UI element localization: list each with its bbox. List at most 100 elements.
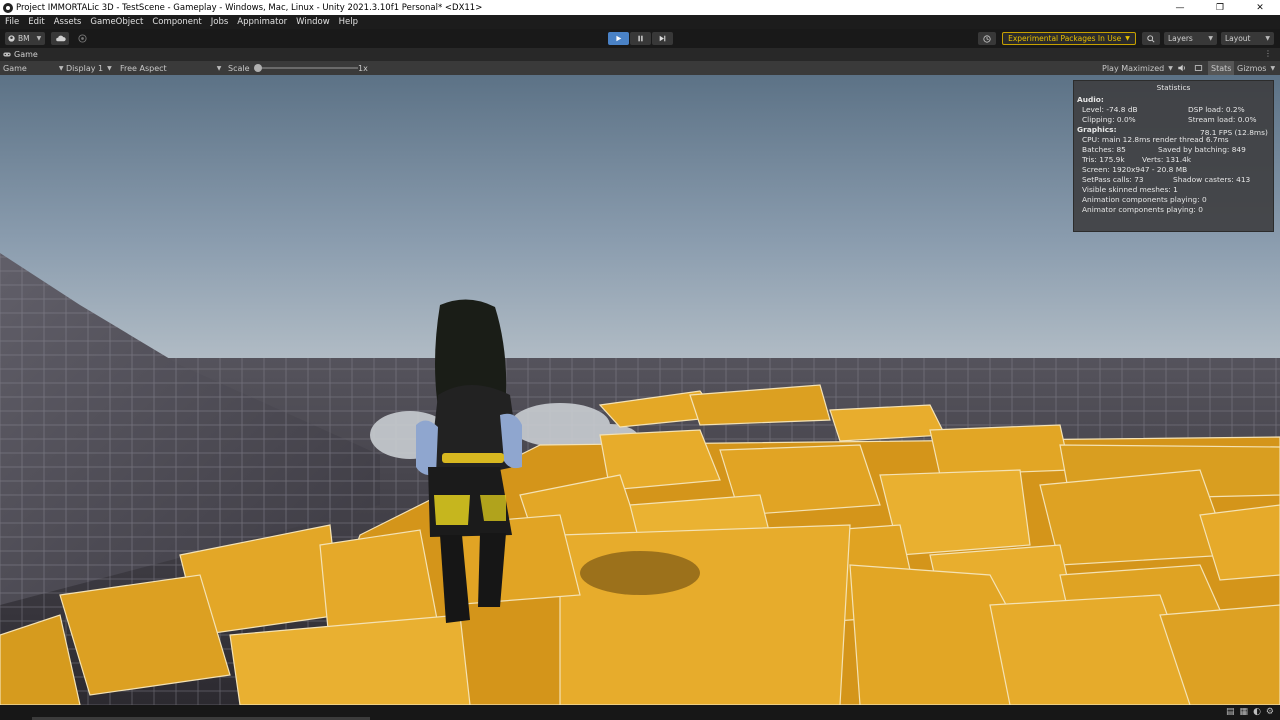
experimental-label: Experimental Packages In Use (1008, 34, 1122, 43)
stats-row-setpass: SetPass calls: 73 Shadow casters: 413 (1074, 175, 1273, 185)
scale-slider-track[interactable] (258, 67, 358, 69)
chevron-down-icon: ▼ (36, 35, 42, 42)
shadow-casters: Shadow casters: 413 (1173, 175, 1251, 184)
collab-button[interactable] (74, 32, 90, 45)
menu-file[interactable]: File (0, 17, 23, 27)
play-button[interactable] (608, 32, 629, 45)
unity-logo-icon (3, 2, 13, 13)
display-label: Display 1 (66, 63, 104, 73)
stats-toggle[interactable]: Stats (1208, 61, 1235, 75)
chevron-down-icon: ▼ (1270, 64, 1276, 72)
chevron-down-icon: ▼ (216, 64, 222, 72)
speaker-icon (1178, 64, 1185, 72)
main-toolbar: BM ▼ Experimental Packages In Use ▼ Laye… (0, 29, 1280, 48)
stats-row-cpu: CPU: main 12.8ms render thread 6.7ms (1074, 135, 1273, 145)
menu-assets[interactable]: Assets (49, 17, 86, 27)
account-dropdown[interactable]: BM ▼ (5, 32, 45, 45)
menu-component[interactable]: Component (147, 17, 205, 27)
vsync-button[interactable] (1194, 61, 1203, 75)
character-shadow (580, 551, 700, 595)
monitor-icon (1194, 65, 1203, 71)
chevron-down-icon: ▼ (58, 64, 64, 72)
audio-clipping: Clipping: 0.0% (1082, 115, 1136, 124)
account-label: BM (18, 34, 30, 43)
saved-by-batching: Saved by batching: 849 (1158, 145, 1246, 154)
play-mode-label: Play Maximized (1102, 63, 1165, 73)
debug-icon[interactable]: ◐ (1253, 707, 1261, 717)
menu-window[interactable]: Window (291, 17, 334, 27)
stats-row-screen: Screen: 1920x947 - 20.8 MB (1074, 165, 1273, 175)
step-icon (659, 35, 666, 42)
chevron-down-icon: ▼ (1265, 35, 1270, 42)
menu-appnimator[interactable]: Appnimator (232, 17, 291, 27)
verts: Verts: 131.4k (1142, 155, 1192, 164)
menu-jobs[interactable]: Jobs (206, 17, 233, 27)
aspect-label: Free Aspect (120, 63, 167, 73)
account-icon (8, 35, 15, 42)
minimize-button[interactable]: — (1160, 0, 1200, 15)
stats-row-animator: Animator components playing: 0 (1074, 205, 1273, 215)
menu-edit[interactable]: Edit (23, 17, 48, 27)
stats-row-skinned: Visible skinned meshes: 1 (1074, 185, 1273, 195)
dsp-load: DSP load: 0.2% (1188, 105, 1245, 114)
aspect-dropdown[interactable]: Free Aspect ▼ (120, 61, 221, 75)
chevron-down-icon: ▼ (1125, 35, 1130, 42)
pause-button[interactable] (630, 32, 651, 45)
undo-history-button[interactable] (978, 32, 996, 45)
chevron-down-icon: ▼ (1168, 64, 1173, 72)
close-button[interactable]: ✕ (1240, 0, 1280, 15)
stats-row-animation: Animation components playing: 0 (1074, 195, 1273, 205)
mute-audio-button[interactable] (1177, 61, 1186, 75)
layout-dropdown[interactable]: Layout ▼ (1221, 32, 1274, 45)
settings-icon[interactable]: ⚙ (1266, 707, 1274, 717)
play-icon (616, 35, 622, 42)
layers-label: Layers (1168, 34, 1193, 43)
statistics-title: Statistics (1156, 83, 1191, 92)
stats-row-batches: Batches: 85 Saved by batching: 849 (1074, 145, 1273, 155)
audio-level: Level: -74.8 dB (1082, 105, 1138, 114)
chevron-down-icon: ▼ (1208, 35, 1213, 42)
cloud-icon (55, 35, 66, 42)
collab-icon (77, 34, 87, 43)
stats-row-graphics: Graphics: 78.1 FPS (12.8ms) (1074, 125, 1273, 137)
play-mode-dropdown[interactable]: Play Maximized ▼ (1102, 61, 1173, 75)
package-icon[interactable]: ▤ (1226, 707, 1235, 717)
stats-row-level: Level: -74.8 dB DSP load: 0.2% (1074, 105, 1273, 115)
search-button[interactable] (1142, 32, 1160, 45)
game-controller-icon (3, 52, 11, 57)
animator-components: Animator components playing: 0 (1082, 205, 1203, 214)
layers-dropdown[interactable]: Layers ▼ (1164, 32, 1217, 45)
pause-icon (638, 35, 643, 42)
stats-row-tris: Tris: 175.9k Verts: 131.4k (1074, 155, 1273, 165)
tris: Tris: 175.9k (1082, 155, 1125, 164)
gizmos-dropdown[interactable]: Gizmos ▼ (1237, 61, 1275, 75)
view-mode-label: Game (3, 63, 27, 73)
display-dropdown[interactable]: Display 1 ▼ (66, 61, 112, 75)
game-view-toolbar: Game ▼ Display 1 ▼ Free Aspect ▼ Scale 1… (0, 61, 1280, 75)
cloud-button[interactable] (51, 32, 69, 45)
console-icon[interactable]: ▦ (1240, 707, 1249, 717)
screen-info: Screen: 1920x947 - 20.8 MB (1082, 165, 1188, 174)
menu-gameobject[interactable]: GameObject (85, 17, 147, 27)
game-viewport[interactable]: Statistics Audio: Level: -74.8 dB DSP lo… (0, 75, 1280, 705)
step-button[interactable] (652, 32, 673, 45)
tab-game[interactable]: Game (3, 48, 38, 61)
maximize-button[interactable]: ❐ (1200, 0, 1240, 15)
layout-label: Layout (1225, 34, 1251, 43)
playmode-controls (608, 32, 673, 45)
window-tab-bar: Game ⋮ (0, 48, 1280, 61)
history-icon (983, 34, 991, 43)
tab-game-label: Game (14, 50, 38, 59)
menu-help[interactable]: Help (334, 17, 362, 27)
search-icon (1147, 34, 1155, 43)
scale-slider-handle[interactable] (254, 64, 262, 72)
more-options-icon[interactable]: ⋮ (1264, 49, 1272, 58)
cpu-time: CPU: main 12.8ms render thread 6.7ms (1082, 135, 1229, 144)
view-mode-dropdown[interactable]: Game ▼ (3, 61, 63, 75)
experimental-packages-dropdown[interactable]: Experimental Packages In Use ▼ (1002, 32, 1136, 45)
scale-label: Scale (228, 63, 250, 73)
menu-bar: File Edit Assets GameObject Component Jo… (0, 15, 1280, 29)
stream-load: Stream load: 0.0% (1188, 115, 1257, 124)
window-title: Project IMMORTALic 3D - TestScene - Game… (16, 2, 483, 13)
window-titlebar: Project IMMORTALic 3D - TestScene - Game… (0, 0, 1280, 15)
